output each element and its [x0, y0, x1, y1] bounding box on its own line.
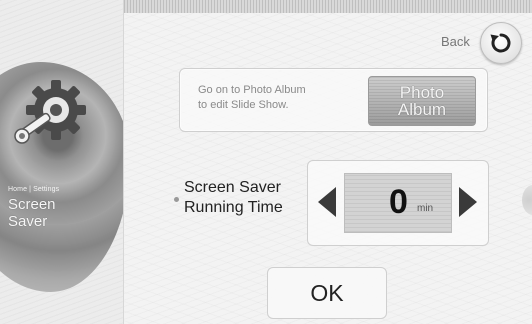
photo-album-hint-line2: to edit Slide Show. — [198, 99, 289, 111]
screen-saver-label-line2: Running Time — [184, 199, 283, 216]
running-time-display: 0 min — [344, 173, 452, 233]
left-panel: Home | Settings Screen Saver — [0, 0, 124, 324]
photo-album-button-line2: Album — [397, 100, 447, 119]
page-title-line1: Screen — [8, 196, 56, 213]
running-time-stepper: 0 min — [307, 160, 489, 246]
running-time-value: 0 — [389, 183, 408, 221]
photo-album-hint-line1: Go on to Photo Album — [198, 84, 306, 96]
settings-screen: Home | Settings Screen Saver Back Go on … — [0, 0, 532, 324]
triangle-left-icon[interactable] — [318, 187, 336, 217]
photo-album-panel: Go on to Photo Album to edit Slide Show.… — [179, 68, 488, 132]
triangle-right-icon[interactable] — [459, 187, 477, 217]
screen-saver-label: Screen Saver Running Time — [184, 178, 283, 218]
back-label: Back — [441, 34, 470, 49]
back-button[interactable] — [480, 22, 522, 64]
screen-saver-label-line1: Screen Saver — [184, 179, 281, 196]
ok-button[interactable]: OK — [267, 267, 387, 319]
gear-wrench-icon — [14, 74, 98, 150]
edge-decoration — [522, 185, 532, 215]
refresh-back-icon — [490, 33, 511, 53]
page-title-line2: Saver — [8, 213, 48, 230]
bullet-dot — [174, 197, 179, 202]
photo-album-button-line1: Photo — [399, 83, 445, 102]
top-decorative-band — [124, 0, 532, 13]
photo-album-hint: Go on to Photo Album to edit Slide Show. — [198, 83, 306, 113]
breadcrumb: Home | Settings — [8, 186, 60, 193]
photo-album-button[interactable]: Photo Album — [368, 76, 476, 126]
page-title: Screen Saver — [8, 196, 56, 230]
running-time-unit: min — [417, 203, 434, 214]
